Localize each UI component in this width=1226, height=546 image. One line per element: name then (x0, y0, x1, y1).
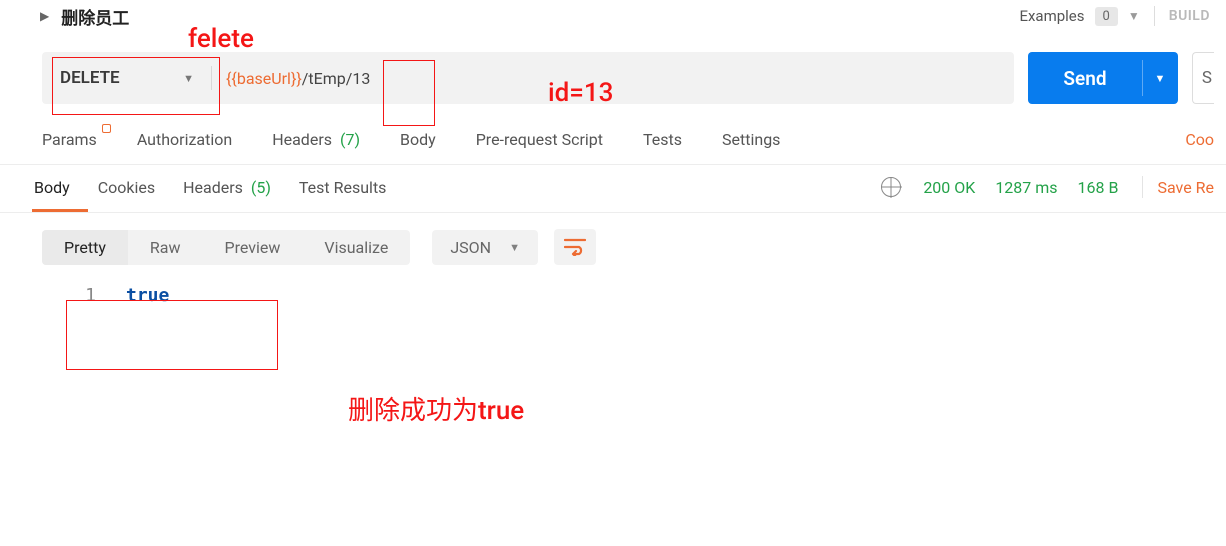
divider (1142, 176, 1143, 198)
tab-body[interactable]: Body (400, 130, 436, 149)
view-mode-group: Pretty Raw Preview Visualize (42, 230, 410, 265)
build-button[interactable]: BUILD (1169, 8, 1210, 24)
request-name: 删除员工 (61, 4, 129, 29)
format-value: JSON (450, 238, 491, 257)
view-visualize[interactable]: Visualize (302, 230, 410, 265)
resp-tab-test-results[interactable]: Test Results (299, 170, 387, 205)
wrap-lines-button[interactable] (554, 229, 596, 265)
resp-tab-body[interactable]: Body (34, 170, 70, 205)
tab-tests[interactable]: Tests (643, 130, 682, 149)
url-bar: DELETE ▼ {{baseUrl}}/tEmp/13 (42, 52, 1014, 104)
tab-params[interactable]: Params (42, 130, 97, 149)
wrap-lines-icon (564, 238, 586, 256)
http-method-value: DELETE (60, 68, 120, 88)
view-raw[interactable]: Raw (128, 230, 203, 265)
response-size: 168 B (1078, 178, 1119, 197)
url-path: /tEmp/13 (302, 69, 371, 88)
examples-label: Examples (1019, 7, 1084, 25)
resp-tab-headers[interactable]: Headers (5) (183, 170, 271, 205)
response-time: 1287 ms (995, 178, 1057, 197)
tab-settings[interactable]: Settings (722, 130, 780, 149)
tab-prerequest-script[interactable]: Pre-request Script (476, 130, 603, 149)
status-code: 200 OK (923, 178, 975, 197)
save-button-label: S (1202, 68, 1212, 88)
resp-tab-cookies[interactable]: Cookies (98, 170, 155, 205)
tab-label: Headers (183, 178, 243, 197)
send-button-label: Send (1028, 67, 1142, 90)
send-button[interactable]: Send ▼ (1028, 52, 1178, 104)
chevron-down-icon: ▼ (1128, 9, 1140, 23)
view-pretty[interactable]: Pretty (42, 230, 128, 265)
chevron-down-icon: ▼ (183, 72, 194, 85)
response-value: true (126, 285, 169, 306)
save-response-button[interactable]: Save Re (1157, 178, 1214, 197)
tab-authorization[interactable]: Authorization (137, 130, 232, 149)
response-body[interactable]: 1 true (0, 279, 1226, 306)
tab-label: Params (42, 130, 97, 149)
examples-dropdown[interactable]: Examples 0 ▼ (1019, 7, 1139, 26)
examples-count-badge: 0 (1095, 7, 1118, 26)
expand-triangle-icon[interactable]: ▶ (40, 9, 49, 23)
view-preview[interactable]: Preview (202, 230, 302, 265)
line-number: 1 (66, 285, 96, 306)
format-select[interactable]: JSON ▼ (432, 230, 538, 265)
divider (1154, 6, 1155, 26)
cookies-link[interactable]: Coo (1185, 130, 1214, 149)
url-variable: {{baseUrl}} (226, 69, 302, 88)
save-button[interactable]: S (1192, 52, 1214, 104)
tab-headers[interactable]: Headers (7) (272, 130, 360, 149)
url-input[interactable]: {{baseUrl}}/tEmp/13 (212, 69, 1014, 88)
chevron-down-icon: ▼ (1155, 72, 1166, 85)
annotation-box-response (66, 300, 278, 370)
chevron-down-icon: ▼ (509, 241, 520, 254)
http-method-select[interactable]: DELETE ▼ (42, 52, 212, 104)
tab-label: Headers (272, 130, 332, 149)
tab-headers-count: (7) (340, 130, 360, 149)
tab-params-indicator-icon (102, 124, 111, 133)
resp-headers-count: (5) (251, 178, 271, 197)
request-tabs: Params Authorization Headers (7) Body Pr… (0, 122, 1226, 156)
annotation-success: 删除成功为true (348, 390, 524, 427)
globe-icon[interactable] (881, 177, 901, 197)
send-button-dropdown[interactable]: ▼ (1142, 52, 1178, 104)
response-tabs: Body Cookies Headers (5) Test Results (34, 170, 386, 205)
